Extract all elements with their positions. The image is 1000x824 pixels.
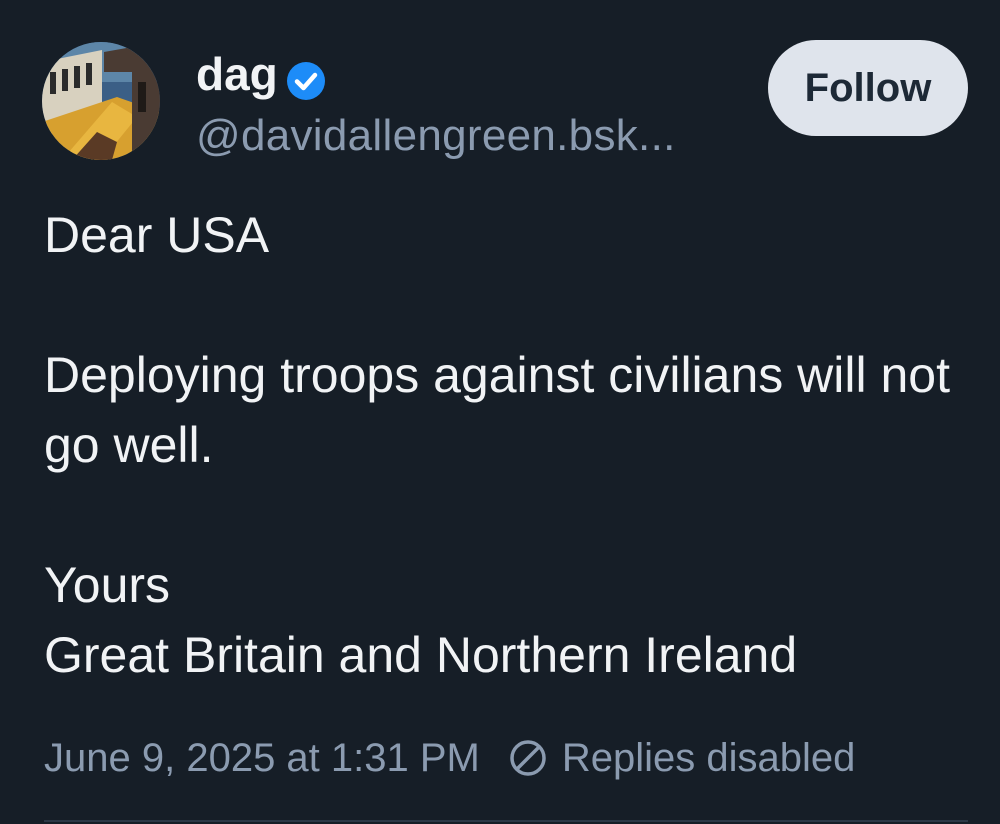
post-line: Great Britain and Northern Ireland xyxy=(44,627,798,683)
author-handle[interactable]: @davidallengreen.bsk... xyxy=(196,108,676,164)
post-line: Deploying troops against civilians will … xyxy=(44,347,951,473)
author-name-text: dag xyxy=(196,48,278,100)
author-avatar[interactable] xyxy=(42,42,160,160)
post-line: Dear USA xyxy=(44,207,270,263)
post-line: Yours xyxy=(44,557,171,613)
post-text: Dear USA Deploying troops against civili… xyxy=(44,200,974,690)
replies-disabled-icon xyxy=(508,738,548,778)
divider xyxy=(44,820,968,822)
post-timestamp[interactable]: June 9, 2025 at 1:31 PM xyxy=(44,736,480,781)
author-name[interactable]: dag xyxy=(196,44,326,104)
post-meta: June 9, 2025 at 1:31 PM Replies disabled xyxy=(44,728,855,788)
verified-badge-icon xyxy=(286,55,326,100)
post-card: dag @davidallengreen.bsk... Follow Dear … xyxy=(0,0,1000,824)
replies-status-text: Replies disabled xyxy=(561,735,856,780)
avatar-painting-icon xyxy=(42,42,160,160)
follow-button[interactable]: Follow xyxy=(768,40,968,136)
replies-status: Replies disabled xyxy=(508,735,856,781)
